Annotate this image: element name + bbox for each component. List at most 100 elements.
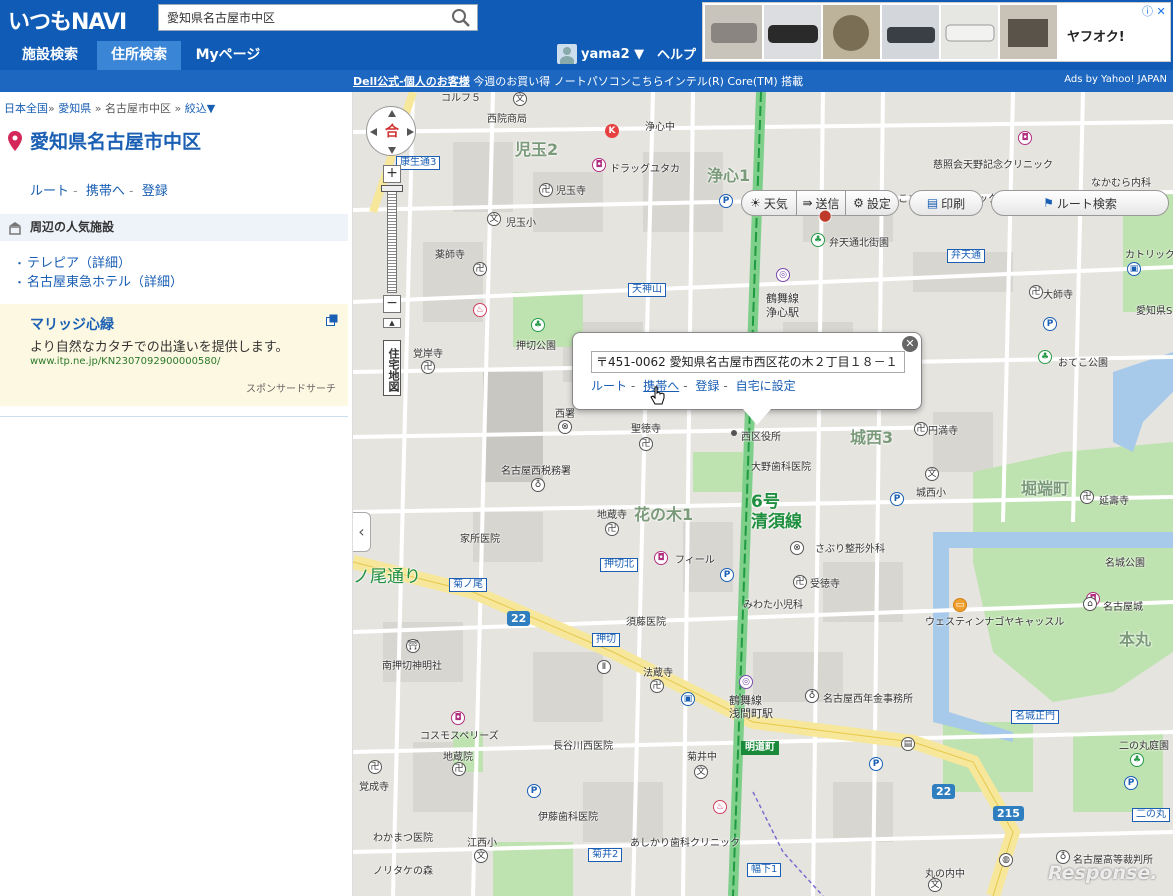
route-search-button[interactable]: ⚑ ルート検索 [991,190,1169,216]
police-icon[interactable]: ⊗ [558,420,572,434]
breadcrumb-item[interactable]: 日本全国 [4,102,48,115]
breadcrumb-item[interactable]: 愛知県 [58,102,91,115]
parking-icon[interactable]: P [869,757,883,771]
zoom-slider-thumb[interactable] [381,185,403,192]
text-ad[interactable]: Dell公式-個人のお客様 今週のお買い得 ノートパソコンこちらインテル(R) … [353,73,803,89]
popup-route-link[interactable]: ルート [591,379,627,393]
temple-icon[interactable]: 卍 [473,262,487,276]
close-icon[interactable]: ✕ [902,336,918,352]
mobile-link[interactable]: 携帯へ [86,184,125,199]
bus-stop-icon[interactable]: ▣ [1127,262,1141,276]
list-item[interactable]: 名古屋東急ホテル（詳細） [14,273,183,292]
ads-by-label[interactable]: Ads by Yahoo! JAPAN [1064,74,1167,85]
user-menu[interactable]: yama2 ▼ [557,44,644,64]
gas-station-icon[interactable]: ▤ [901,737,915,751]
parking-icon[interactable]: P [1124,776,1138,790]
parking-icon[interactable]: P [527,784,541,798]
hotel-icon[interactable]: ♨ [713,800,727,814]
court-icon[interactable]: Ⅱ [597,660,611,674]
home-icon[interactable]: 合 [382,122,402,142]
parking-icon[interactable]: P [1043,317,1057,331]
park-icon[interactable]: ♣ [1038,350,1052,364]
ad-thumbnail[interactable] [1000,5,1057,59]
school-icon[interactable]: 文 [694,765,708,779]
pan-control[interactable]: 合 [366,106,416,156]
ward-office-marker[interactable] [731,430,737,436]
print-button[interactable]: ▤ 印刷 [909,190,983,216]
zoom-in-button[interactable]: + [383,165,401,183]
tab-address-search[interactable]: 住所検索 [97,41,181,70]
zoom-out-button[interactable]: − [383,295,401,313]
temple-icon[interactable]: 卍 [914,422,928,436]
temple-icon[interactable]: 卍 [452,762,466,776]
popup-set-home-link[interactable]: 自宅に設定 [736,379,796,393]
sponsor-url[interactable]: www.itp.ne.jp/KN2307092900000580/ [30,356,220,367]
zoom-collapse-button[interactable]: ▲ [383,318,401,328]
castle-icon[interactable]: ⌂ [1083,597,1097,611]
tab-mypage[interactable]: Myページ [188,41,268,70]
ad-thumbnail[interactable] [882,5,939,59]
parking-icon[interactable]: P [720,568,734,582]
shop-icon[interactable]: ◘ [1018,131,1032,145]
school-icon[interactable]: 文 [474,849,488,863]
temple-icon[interactable]: 卍 [421,360,435,374]
hospital-icon[interactable]: ⊗ [790,541,804,555]
shop-icon[interactable]: ◘ [451,711,465,725]
parking-icon[interactable]: P [890,492,904,506]
temple-icon[interactable]: 卍 [539,183,553,197]
temple-icon[interactable]: 卍 [650,679,664,693]
shrine-icon[interactable]: ⛩ [406,639,420,653]
search-box[interactable] [158,4,478,31]
pension-office-icon[interactable]: ♁ [805,689,819,703]
text-ad-title[interactable]: Dell公式-個人のお客様 [353,75,470,88]
sponsor-title[interactable]: マリッジ心緑 [30,314,114,334]
ad-thumbnail[interactable] [705,5,762,59]
park-icon[interactable]: ♣ [531,318,545,332]
temple-icon[interactable]: 卍 [793,575,807,589]
list-item[interactable]: テレピア（詳細） [14,254,183,273]
temple-icon[interactable]: 卍 [1080,490,1094,504]
banner-ad[interactable]: ヤフオク! ⓘ ✕ [702,2,1171,62]
hotel-icon[interactable]: ♨ [473,303,487,317]
external-link-icon[interactable] [326,314,338,326]
subway-station-icon[interactable]: ◎ [776,268,790,282]
park-icon[interactable]: ♣ [1130,753,1144,767]
temple-icon[interactable]: 卍 [639,437,653,451]
site-logo[interactable]: いつもNAVI [8,4,127,36]
register-link[interactable]: 登録 [142,184,168,199]
search-input[interactable] [159,5,439,30]
ad-thumbnail[interactable] [764,5,821,59]
breadcrumb-item[interactable]: 名古屋市中区 [105,102,171,115]
text-ad-bar[interactable]: Dell公式-個人のお客様 今週のお買い得 ノートパソコンこちらインテル(R) … [0,70,1173,92]
school-icon[interactable]: 文 [513,92,527,106]
park-icon[interactable]: ♣ [811,233,825,247]
text-ad-body[interactable]: 今週のお買い得 ノートパソコンこちらインテル(R) Core(TM) 搭載 [470,75,803,88]
temple-icon[interactable]: 卍 [368,760,382,774]
school-icon[interactable]: 文 [487,212,501,226]
parking-icon[interactable]: P [719,194,733,208]
residential-map-button[interactable]: 住宅地図 [383,340,401,396]
temple-icon[interactable]: 卍 [1029,285,1043,299]
shop-icon[interactable]: ◘ [592,158,606,172]
map-canvas[interactable]: コルフ５ 西院商局 浄心中 児玉2 ドラッグユタカ 浄心1 児玉寺 慈照会天野記… [353,92,1173,896]
weather-button[interactable]: ☀ 天気 [741,190,797,216]
bus-stop-icon[interactable]: ▣ [681,692,695,706]
help-link[interactable]: ヘルプ [657,44,696,63]
ad-thumbnail[interactable] [823,5,880,59]
school-icon[interactable]: 文 [928,878,942,892]
shop-icon[interactable]: ◘ [654,551,668,565]
sponsored-ad[interactable]: マリッジ心緑 より自然なカタチでの出逢いを提供します。 www.itp.ne.j… [0,304,348,406]
school-icon[interactable]: 文 [925,467,939,481]
popup-address[interactable]: 〒451-0062 愛知県名古屋市西区花の木２丁目１８－１ [591,351,905,373]
temple-icon[interactable]: 卍 [605,522,619,536]
subway-exit-icon[interactable]: ◍ [999,853,1013,867]
collapse-sidebar-button[interactable]: ‹ [353,512,371,552]
yahoo-auction-logo[interactable]: ヤフオク! [1065,21,1145,53]
filter-dropdown[interactable]: 絞込▼ [185,102,215,115]
zoom-slider[interactable] [387,185,397,293]
hotel-icon[interactable]: ▭ [953,598,967,612]
subway-station-icon[interactable]: ◎ [739,675,753,689]
circle-k-store-icon[interactable]: K [605,124,619,138]
zoom-control[interactable]: + − ▲ [381,165,403,330]
search-icon[interactable] [451,8,471,28]
